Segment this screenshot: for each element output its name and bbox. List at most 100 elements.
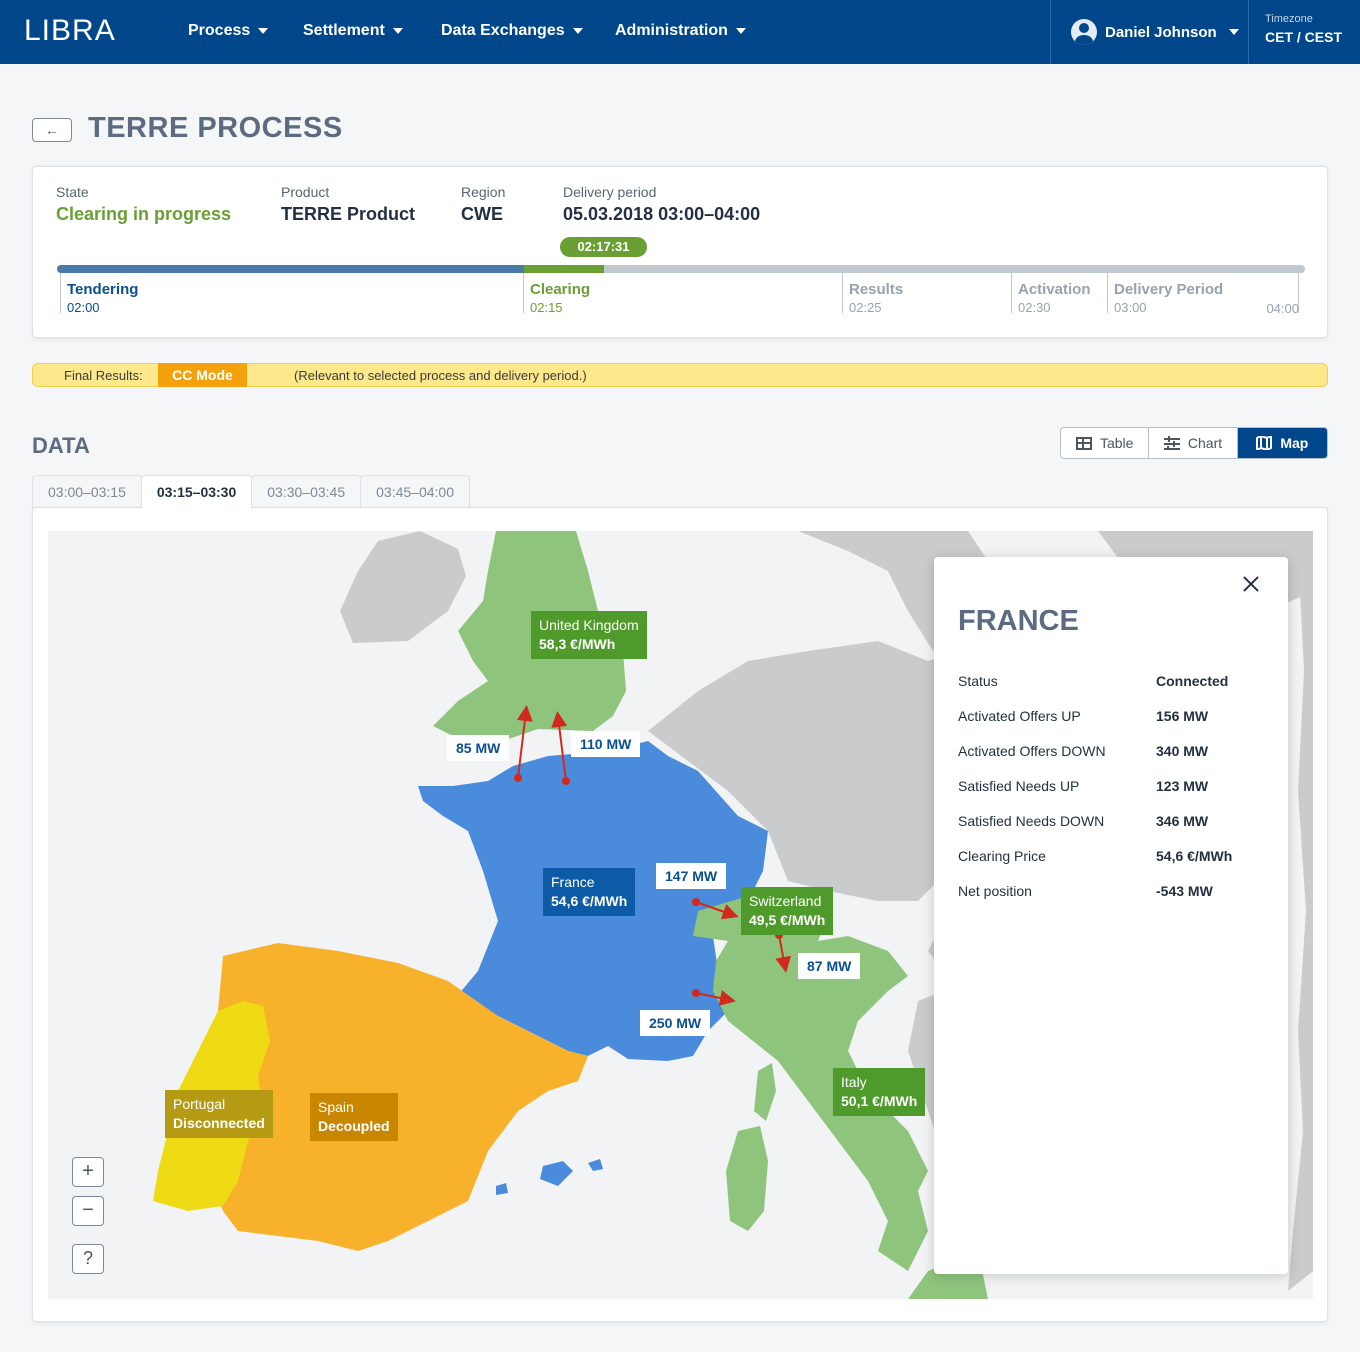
country-name: Italy	[841, 1074, 867, 1090]
view-chart-label: Chart	[1187, 435, 1223, 451]
back-button[interactable]: ←	[32, 118, 72, 142]
state-value: Clearing in progress	[56, 204, 232, 224]
close-icon[interactable]	[1240, 573, 1262, 595]
detail-row-status: Status Connected	[958, 673, 1268, 693]
phase-name: Activation	[1018, 281, 1091, 298]
view-chart-button[interactable]: Chart	[1149, 428, 1238, 458]
detail-key: Status	[958, 673, 998, 689]
country-status: Disconnected	[173, 1115, 265, 1131]
detail-row-activated-offers-down: Activated Offers DOWN 340 MW	[958, 743, 1268, 763]
flow-origin-dot	[692, 989, 700, 997]
detail-value: 123 MW	[1156, 778, 1209, 794]
phase-name: Clearing	[530, 281, 591, 298]
view-map-button[interactable]: Map	[1237, 428, 1327, 458]
detail-value: -543 MW	[1156, 883, 1213, 899]
balearic-islands-shape	[496, 1183, 508, 1195]
country-label-spain[interactable]: Spain Decoupled	[310, 1093, 398, 1141]
corsica-shape	[754, 1063, 776, 1121]
data-section-title: DATA	[32, 433, 90, 458]
region-value: CWE	[461, 204, 503, 224]
user-menu[interactable]: Daniel Johnson	[1050, 0, 1248, 64]
product-value: TERRE Product	[281, 204, 416, 224]
tab-interval-2[interactable]: 03:15–03:30	[140, 475, 253, 509]
nav-administration-label: Administration	[615, 22, 728, 39]
detail-value: 156 MW	[1156, 708, 1209, 724]
east-edge-shape	[1288, 551, 1313, 1291]
phase-results: Results 02:25	[842, 273, 903, 315]
zoom-in-button[interactable]: +	[72, 1157, 104, 1187]
libra-logo[interactable]: LIBRA	[24, 14, 116, 48]
table-icon	[1075, 436, 1092, 450]
timezone-value: CET / CEST	[1265, 29, 1343, 45]
nav-administration[interactable]: Administration	[615, 22, 746, 40]
timeline-completed-segment	[57, 265, 524, 273]
page-title: TERRE PROCESS	[88, 112, 343, 144]
country-label-switzerland[interactable]: Switzerland 49,5 €/MWh	[741, 887, 834, 935]
chart-sliders-icon	[1163, 436, 1180, 450]
final-results-note: (Relevant to selected process and delive…	[294, 368, 587, 383]
timezone-selector[interactable]: Timezone CET / CEST	[1248, 0, 1360, 64]
country-label-france[interactable]: France 54,6 €/MWh	[543, 868, 636, 916]
user-avatar-icon	[1071, 19, 1097, 45]
nav-settlement[interactable]: Settlement	[303, 22, 403, 40]
map-icon	[1256, 436, 1273, 450]
phase-clearing: Clearing 02:15	[523, 273, 591, 315]
nav-data-exchanges-label: Data Exchanges	[441, 22, 565, 39]
detail-row-net-position: Net position -543 MW	[958, 883, 1268, 903]
chevron-down-icon	[258, 28, 269, 34]
country-detail-panel: FRANCE Status Connected Activated Offers…	[934, 557, 1288, 1274]
view-switch: Table Chart Map	[1060, 427, 1328, 459]
flow-label: 110 MW	[571, 731, 641, 757]
chevron-down-icon	[1228, 29, 1239, 35]
panel-title: FRANCE	[958, 605, 1079, 637]
chevron-down-icon	[735, 28, 746, 34]
country-name: United Kingdom	[539, 617, 639, 633]
country-label-uk[interactable]: United Kingdom 58,3 €/MWh	[531, 611, 647, 659]
zoom-out-button[interactable]: −	[72, 1196, 104, 1226]
detail-value: 54,6 €/MWh	[1156, 848, 1233, 864]
timeline-end-time: 04:00	[1266, 301, 1299, 316]
phase-name: Delivery Period	[1114, 281, 1224, 298]
nav-settlement-label: Settlement	[303, 22, 385, 39]
phase-time: 02:30	[1018, 300, 1051, 315]
nav-data-exchanges[interactable]: Data Exchanges	[441, 22, 583, 40]
process-timeline-track	[57, 265, 1305, 273]
help-button[interactable]: ?	[72, 1244, 104, 1274]
phase-time: 02:15	[530, 300, 563, 315]
ireland-shape	[340, 531, 466, 643]
product-label: Product	[281, 184, 330, 200]
country-label-italy[interactable]: Italy 50,1 €/MWh	[833, 1068, 926, 1116]
flow-label: 87 MW	[798, 953, 861, 979]
state-label: State	[56, 184, 89, 200]
phase-time: 02:00	[67, 300, 100, 315]
country-price: 50,1 €/MWh	[841, 1093, 918, 1109]
detail-row-clearing-price: Clearing Price 54,6 €/MWh	[958, 848, 1268, 868]
view-table-button[interactable]: Table	[1061, 428, 1150, 458]
flow-label: 147 MW	[656, 863, 727, 889]
balearic-islands-shape	[588, 1159, 603, 1171]
tab-interval-4[interactable]: 03:45–04:00	[360, 475, 470, 508]
flow-origin-dot	[562, 777, 570, 785]
chevron-down-icon	[572, 28, 583, 34]
detail-value: 340 MW	[1156, 743, 1209, 759]
detail-key: Satisfied Needs DOWN	[958, 813, 1105, 829]
time-interval-tabs: 03:00–03:15 03:15–03:30 03:30–03:45 03:4…	[32, 475, 470, 509]
balearic-islands-shape	[540, 1161, 573, 1186]
country-name: Portugal	[173, 1096, 226, 1112]
nav-process-label: Process	[188, 22, 251, 39]
region-label: Region	[461, 184, 506, 200]
detail-row-satisfied-needs-up: Satisfied Needs UP 123 MW	[958, 778, 1268, 798]
delivery-period-label: Delivery period	[563, 184, 657, 200]
detail-key: Activated Offers DOWN	[958, 743, 1106, 759]
phase-activation: Activation 02:30	[1011, 273, 1091, 315]
tab-interval-1[interactable]: 03:00–03:15	[32, 475, 142, 508]
nav-process[interactable]: Process	[188, 22, 269, 40]
tab-interval-3[interactable]: 03:30–03:45	[251, 475, 362, 508]
country-name: Switzerland	[749, 893, 822, 909]
country-price: 58,3 €/MWh	[539, 636, 616, 652]
user-name: Daniel Johnson	[1105, 23, 1217, 41]
detail-row-satisfied-needs-down: Satisfied Needs DOWN 346 MW	[958, 813, 1268, 833]
country-label-portugal[interactable]: Portugal Disconnected	[165, 1090, 273, 1138]
top-navigation-bar: LIBRA Process Settlement Data Exchanges …	[0, 0, 1360, 64]
detail-row-activated-offers-up: Activated Offers UP 156 MW	[958, 708, 1268, 728]
